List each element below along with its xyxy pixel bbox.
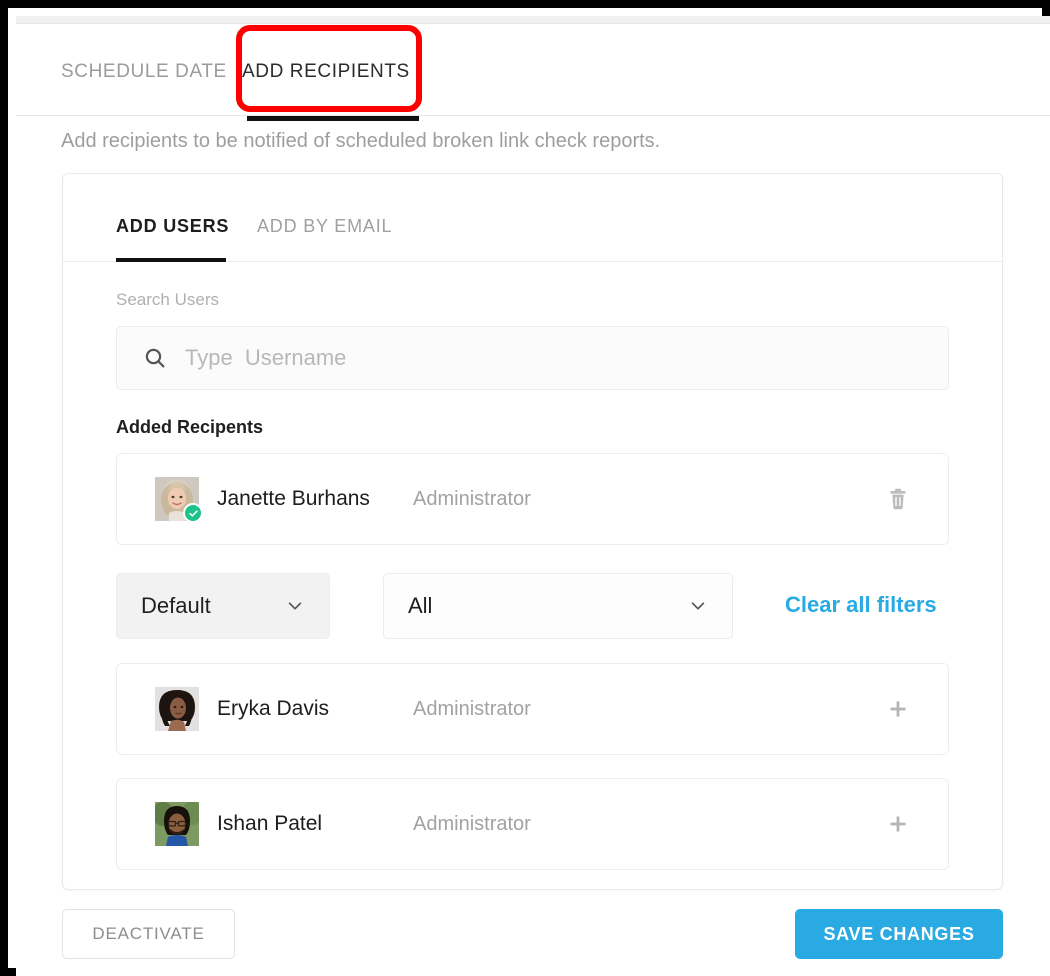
search-icon: [143, 346, 167, 370]
top-tab-active-underline: [247, 116, 419, 121]
page-description: Add recipients to be notified of schedul…: [61, 130, 661, 152]
user-role: Administrator: [413, 812, 531, 835]
search-input[interactable]: [185, 345, 885, 371]
available-user-row[interactable]: Ishan Patel Administrator: [116, 778, 949, 870]
card-tab-active-underline: [116, 258, 226, 262]
user-name: Ishan Patel: [217, 812, 323, 835]
sort-filter-value: Default: [141, 593, 211, 618]
app-viewport: SCHEDULE DATE ADD RECIPIENTS Add recipie…: [16, 16, 1050, 976]
avatar: [155, 477, 203, 523]
tab-add-recipients[interactable]: ADD RECIPIENTS: [242, 61, 410, 83]
role-filter-select[interactable]: All: [383, 573, 733, 639]
added-recipient-row[interactable]: Janette Burhans Administrator: [116, 453, 949, 545]
top-tab-bar: SCHEDULE DATE ADD RECIPIENTS: [16, 25, 1050, 121]
user-name: Eryka Davis: [217, 697, 330, 720]
deactivate-button[interactable]: DEACTIVATE: [62, 909, 235, 959]
browser-chrome-strip: [16, 16, 1050, 24]
added-recipients-title: Added Recipents: [116, 417, 264, 437]
verified-check-icon: [183, 503, 203, 523]
card-tab-bar: ADD USERS ADD BY EMAIL: [63, 174, 1002, 262]
tab-schedule-date[interactable]: SCHEDULE DATE: [61, 61, 227, 83]
trash-icon[interactable]: [880, 481, 916, 517]
avatar: [155, 802, 199, 846]
clear-all-filters-link[interactable]: Clear all filters: [785, 592, 937, 618]
avatar-image-ishan-patel: [155, 802, 199, 846]
recipient-role: Administrator: [413, 487, 531, 510]
search-users-box[interactable]: [116, 326, 949, 390]
role-filter-value: All: [408, 593, 433, 618]
sort-filter-select[interactable]: Default: [116, 573, 330, 639]
available-user-row[interactable]: Eryka Davis Administrator: [116, 663, 949, 755]
user-role: Administrator: [413, 697, 531, 720]
annotation-frame: SCHEDULE DATE ADD RECIPIENTS Add recipie…: [0, 0, 1050, 976]
save-changes-button[interactable]: SAVE CHANGES: [795, 909, 1003, 959]
avatar: [155, 687, 199, 731]
tab-add-users[interactable]: ADD USERS: [116, 216, 229, 237]
recipient-name: Janette Burhans: [217, 487, 370, 510]
chevron-down-icon: [285, 596, 305, 616]
plus-icon[interactable]: [880, 691, 916, 727]
chevron-down-icon: [688, 596, 708, 616]
avatar-image-eryka-davis: [155, 687, 199, 731]
recipients-card: ADD USERS ADD BY EMAIL Search Users Adde…: [62, 173, 1003, 890]
search-label: Search Users: [116, 290, 219, 309]
plus-icon[interactable]: [880, 806, 916, 842]
tab-add-by-email[interactable]: ADD BY EMAIL: [257, 216, 392, 237]
